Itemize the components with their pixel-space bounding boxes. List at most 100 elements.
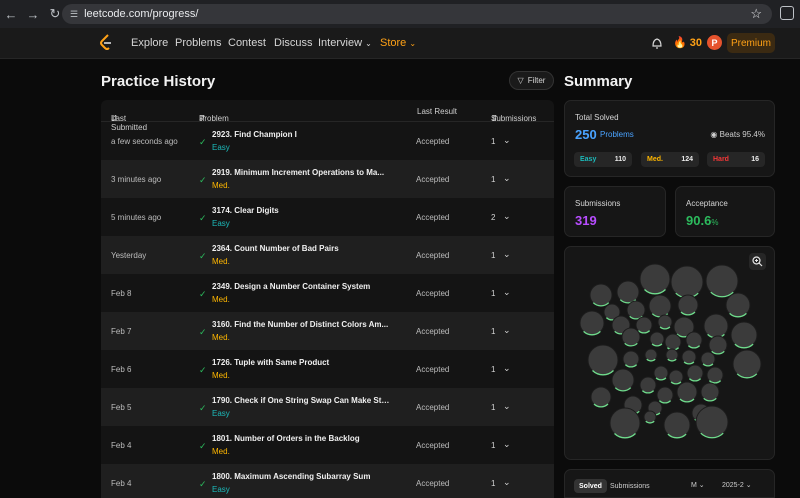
problem-title[interactable]: 3160. Find the Number of Distinct Colors…	[212, 320, 392, 329]
chevron-down-icon[interactable]: ⌄	[503, 363, 511, 374]
table-row[interactable]: 3 minutes ago ✓ 2919. Minimum Increment Op…	[101, 160, 554, 198]
table-row[interactable]: Yesterday ✓ 2364. Count Number of Bad Pair…	[101, 236, 554, 274]
filter-button[interactable]: ▽ Filter	[509, 71, 554, 90]
table-row[interactable]: Feb 4 ✓ 1801. Number of Orders in the Back…	[101, 426, 554, 464]
topic-bubble[interactable]	[681, 349, 697, 365]
medium-pill[interactable]: Med. 124	[641, 152, 699, 167]
topic-bubble[interactable]	[653, 365, 669, 381]
topic-bubble[interactable]	[657, 314, 673, 330]
nav-interview[interactable]: Interview ⌄	[318, 37, 372, 49]
chevron-down-icon[interactable]: ⌄	[503, 439, 511, 450]
topic-bubble[interactable]	[703, 313, 729, 339]
difficulty-label: Easy	[212, 219, 230, 228]
chevron-down-icon: ⌄	[745, 482, 752, 489]
table-row[interactable]: Feb 8 ✓ 2349. Design a Number Container Sy…	[101, 274, 554, 312]
premium-button[interactable]: Premium	[727, 33, 775, 53]
submission-count: 2	[491, 213, 496, 222]
forward-icon[interactable]: →	[22, 0, 44, 28]
check-icon: ✓	[199, 327, 207, 337]
problem-title[interactable]: 2923. Find Champion I	[212, 130, 392, 139]
problem-title[interactable]: 1790. Check if One String Swap Can Make …	[212, 396, 392, 405]
check-icon: ✓	[199, 365, 207, 375]
check-icon: ✓	[199, 479, 207, 489]
chevron-down-icon[interactable]: ⌄	[503, 173, 511, 184]
m-select[interactable]: M ⌄	[691, 481, 705, 489]
topic-bubble[interactable]	[643, 410, 657, 424]
topic-bubble[interactable]	[670, 265, 704, 299]
chevron-down-icon[interactable]: ⌄	[503, 287, 511, 298]
submission-count: 1	[491, 251, 496, 260]
filter-icon: ▽	[517, 76, 524, 85]
last-result: Accepted	[416, 137, 450, 146]
topic-bubble[interactable]	[648, 294, 672, 318]
submission-count: 1	[491, 327, 496, 336]
topic-bubble[interactable]	[705, 264, 739, 298]
topic-bubble[interactable]	[665, 348, 679, 362]
nav-explore[interactable]: Explore	[131, 37, 168, 49]
nav-contest[interactable]: Contest	[228, 37, 266, 49]
table-row[interactable]: Feb 7 ✓ 3160. Find the Number of Distinct …	[101, 312, 554, 350]
chevron-down-icon[interactable]: ⌄	[503, 325, 511, 336]
check-icon: ✓	[199, 403, 207, 413]
hard-pill[interactable]: Hard 16	[707, 152, 765, 167]
extensions-icon[interactable]	[780, 6, 794, 20]
chevron-down-icon[interactable]: ⌄	[503, 477, 511, 488]
submission-count: 1	[491, 137, 496, 146]
table-row[interactable]: Feb 5 ✓ 1790. Check if One String Swap Can…	[101, 388, 554, 426]
tab-submissions[interactable]: Submissions	[605, 479, 655, 493]
fire-icon: 🔥	[673, 37, 687, 49]
address-bar[interactable]: ☰ leetcode.com/progress/ ☆	[62, 4, 772, 24]
problem-title[interactable]: 1800. Maximum Ascending Subarray Sum	[212, 472, 392, 481]
site-info-icon[interactable]: ☰	[70, 9, 78, 20]
chevron-down-icon[interactable]: ⌄	[503, 211, 511, 222]
nav-discuss[interactable]: Discuss	[274, 37, 313, 49]
problem-title[interactable]: 2349. Design a Number Container System	[212, 282, 392, 291]
avatar[interactable]: P	[707, 35, 722, 50]
table-row[interactable]: 5 minutes ago ✓ 3174. Clear Digits Easy Acce…	[101, 198, 554, 236]
hard-label: Hard	[713, 156, 729, 163]
problem-title[interactable]: 3174. Clear Digits	[212, 206, 392, 215]
bookmark-star-icon[interactable]: ☆	[750, 6, 762, 22]
table-row[interactable]: Feb 4 ✓ 1800. Maximum Ascending Subarray S…	[101, 464, 554, 498]
difficulty-label: Med.	[212, 447, 230, 456]
topic-bubble[interactable]	[695, 405, 729, 439]
chevron-down-icon[interactable]: ⌄	[503, 249, 511, 260]
easy-pill[interactable]: Easy 110	[574, 152, 632, 167]
streak-counter[interactable]: 🔥 30	[673, 36, 702, 50]
check-icon: ✓	[199, 137, 207, 147]
table-row[interactable]: Feb 6 ✓ 1726. Tuple with Same Product Med. A…	[101, 350, 554, 388]
chevron-down-icon: ⌄	[698, 482, 705, 489]
topic-bubble[interactable]	[700, 351, 716, 367]
topic-bubble[interactable]	[616, 280, 640, 304]
nav-store[interactable]: Store ⌄	[380, 37, 416, 49]
problem-title[interactable]: 1726. Tuple with Same Product	[212, 358, 392, 367]
topic-bubble[interactable]	[589, 283, 613, 307]
topic-bubble[interactable]	[644, 348, 658, 362]
beats-icon: ◉	[710, 130, 718, 139]
practice-history-table: Last Submitted ⇵ Problem ⇵ Last Result S…	[101, 100, 554, 498]
topic-bubble[interactable]	[725, 292, 751, 318]
last-result: Accepted	[416, 365, 450, 374]
nav-problems[interactable]: Problems	[175, 37, 221, 49]
bubble-chart	[579, 263, 762, 439]
difficulty-label: Med.	[212, 333, 230, 342]
topic-bubble[interactable]	[579, 310, 605, 336]
submissions-label: Submissions	[575, 199, 621, 208]
topic-bubble[interactable]	[649, 331, 665, 347]
back-icon[interactable]: ←	[0, 0, 22, 28]
medium-count: 124	[681, 156, 693, 163]
chevron-down-icon[interactable]: ⌄	[503, 401, 511, 412]
last-submitted: Feb 4	[111, 441, 132, 450]
problem-title[interactable]: 1801. Number of Orders in the Backlog	[212, 434, 392, 443]
period-select[interactable]: 2025-2 ⌄	[722, 481, 752, 489]
bell-icon[interactable]	[651, 36, 663, 50]
leetcode-logo-icon[interactable]	[99, 34, 113, 52]
acceptance-value: 90.6	[686, 213, 712, 228]
problem-title[interactable]: 2364. Count Number of Bad Pairs	[212, 244, 392, 253]
difficulty-label: Med.	[212, 295, 230, 304]
problem-title[interactable]: 2919. Minimum Increment Operations to Ma…	[212, 168, 392, 177]
chevron-down-icon[interactable]: ⌄	[503, 135, 511, 146]
tab-solved[interactable]: Solved	[574, 479, 607, 493]
table-row[interactable]: a few seconds ago ✓ 2923. Find Champion I E…	[101, 122, 554, 160]
topic-bubble[interactable]	[668, 369, 684, 385]
